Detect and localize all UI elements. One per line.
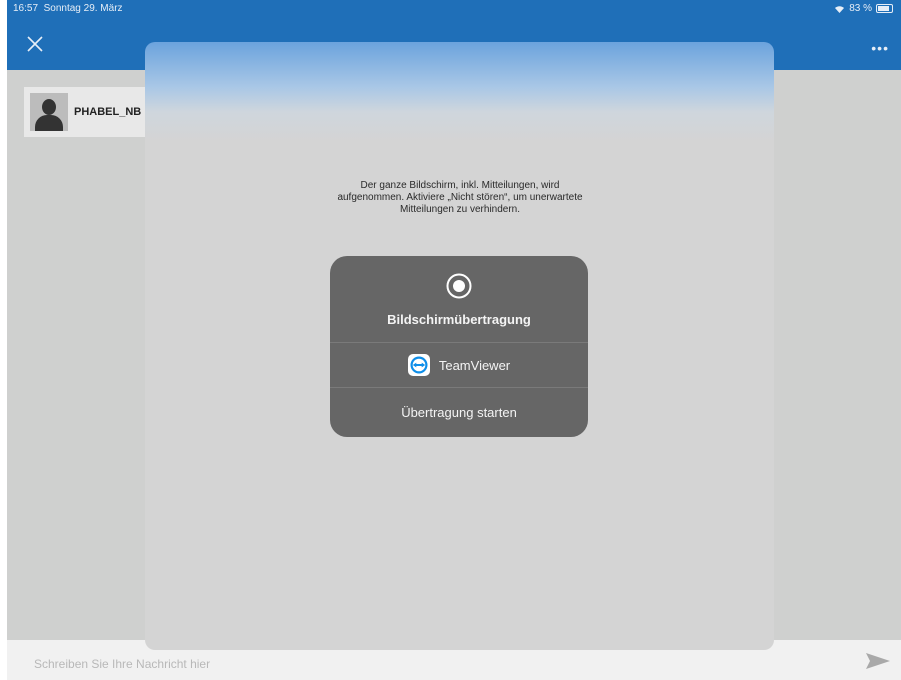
- broadcast-title: Bildschirmübertragung: [387, 312, 531, 327]
- left-edge: [0, 0, 7, 680]
- user-silhouette-icon: [30, 93, 68, 131]
- message-input[interactable]: Schreiben Sie Ihre Nachricht hier: [34, 657, 210, 671]
- participant-name: PHABEL_NB: [74, 106, 142, 118]
- status-indicators: 83 %: [834, 3, 893, 14]
- participant-card[interactable]: PHABEL_NB: [24, 87, 149, 137]
- broadcast-description: Der ganze Bildschirm, inkl. Mitteilungen…: [337, 180, 583, 215]
- broadcast-sheet: Der ganze Bildschirm, inkl. Mitteilungen…: [145, 42, 774, 650]
- status-time: 16:57 Sonntag 29. März: [13, 3, 123, 14]
- app-option-teamviewer[interactable]: TeamViewer: [330, 343, 588, 387]
- teamviewer-icon: [407, 354, 430, 376]
- send-icon[interactable]: [865, 652, 891, 670]
- battery-percent: 83 %: [849, 3, 872, 14]
- broadcast-panel: Bildschirmübertragung TeamViewer Übertra…: [330, 256, 588, 437]
- app-label: TeamViewer: [438, 357, 511, 373]
- start-broadcast-button[interactable]: Übertragung starten: [330, 388, 588, 437]
- more-dots-icon[interactable]: •••: [871, 40, 889, 56]
- record-icon: [446, 273, 472, 299]
- battery-icon: [876, 4, 893, 13]
- status-date: Sonntag 29. März: [43, 3, 123, 14]
- wifi-icon: [835, 6, 845, 13]
